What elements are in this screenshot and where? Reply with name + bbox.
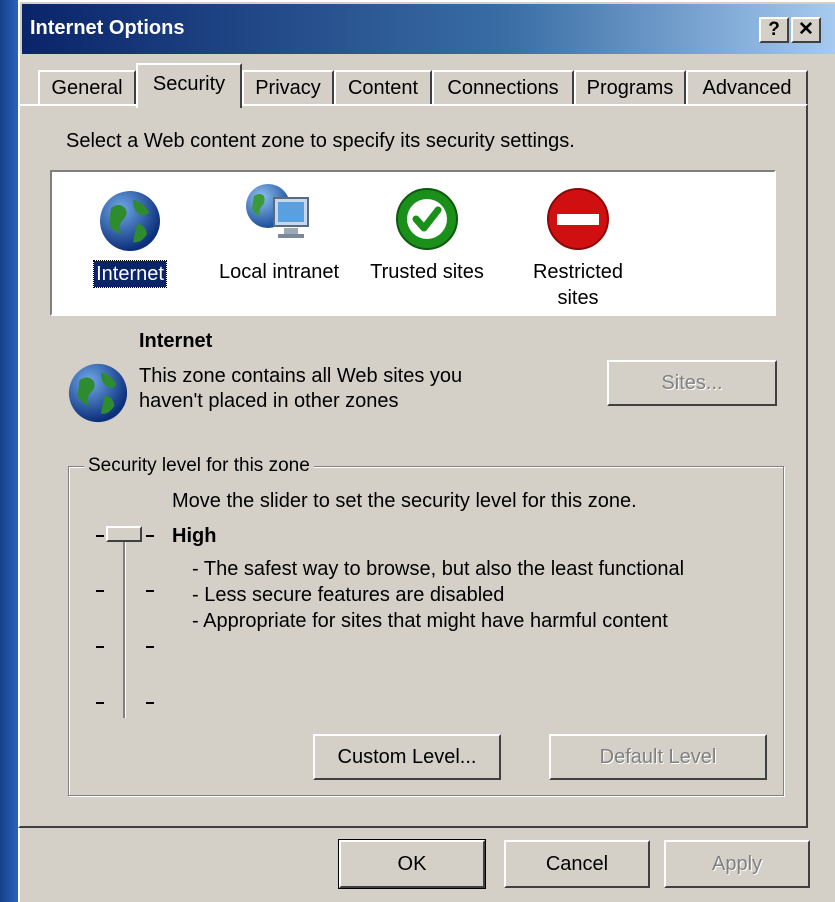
default-level-button[interactable]: Default Level (549, 734, 767, 780)
zone-label: Trusted sites (370, 261, 484, 283)
tab-general[interactable]: General (38, 70, 136, 106)
tab-advanced[interactable]: Advanced (686, 70, 808, 106)
ok-button[interactable]: OK (338, 839, 486, 889)
checkmark-icon (396, 188, 458, 250)
level-bullet: - Less secure features are disabled (192, 584, 505, 606)
slider-thumb[interactable] (106, 526, 142, 542)
security-level-description: - The safest way to browse, but also the… (192, 556, 684, 634)
zone-desc-line1: This zone contains all Web sites you (139, 365, 463, 387)
no-entry-icon (547, 188, 609, 250)
zone-label: Local intranet (218, 261, 340, 283)
zone-trusted-sites[interactable]: Trusted sites (362, 186, 492, 285)
level-bullet: - The safest way to browse, but also the… (192, 558, 685, 580)
zone-label-line2: sites (557, 287, 599, 309)
security-level-name: High (172, 525, 217, 547)
zone-restricted-sites[interactable]: Restricted sites (518, 186, 638, 311)
zone-internet[interactable]: Internet (82, 188, 178, 288)
tab-programs[interactable]: Programs (574, 70, 686, 106)
slider-instruction: Move the slider to set the security leve… (172, 490, 637, 512)
window-title: Internet Options (30, 17, 185, 39)
security-level-legend: Security level for this zone (84, 455, 314, 477)
tab-privacy[interactable]: Privacy (242, 70, 334, 106)
title-bar[interactable]: Internet Options ? ✕ (22, 4, 835, 54)
desktop-background (0, 0, 18, 902)
zone-instruction: Select a Web content zone to specify its… (66, 130, 575, 152)
selected-zone-name: Internet (139, 330, 213, 352)
sites-button[interactable]: Sites... (607, 360, 777, 406)
level-bullet: - Appropriate for sites that might have … (192, 610, 668, 632)
custom-level-button[interactable]: Custom Level... (313, 734, 501, 780)
apply-button[interactable]: Apply (664, 840, 810, 888)
intranet-icon (246, 184, 309, 238)
tab-content[interactable]: Content (334, 70, 432, 106)
tab-connections[interactable]: Connections (432, 70, 574, 106)
zone-local-intranet[interactable]: Local intranet (204, 178, 354, 285)
help-button[interactable]: ? (759, 17, 789, 43)
close-button[interactable]: ✕ (791, 17, 821, 43)
zone-label: Internet (93, 260, 167, 288)
security-slider[interactable] (90, 520, 160, 720)
globe-icon (100, 191, 160, 251)
zone-desc-line2: haven't placed in other zones (139, 390, 399, 412)
selected-zone-description: This zone contains all Web sites you hav… (139, 364, 462, 414)
tab-security[interactable]: Security (136, 63, 242, 108)
cancel-button[interactable]: Cancel (504, 840, 650, 888)
globe-icon (68, 363, 128, 423)
zone-list: Internet Local intranet Trusted sites Re… (50, 170, 776, 316)
zone-label: Restricted (532, 261, 624, 283)
